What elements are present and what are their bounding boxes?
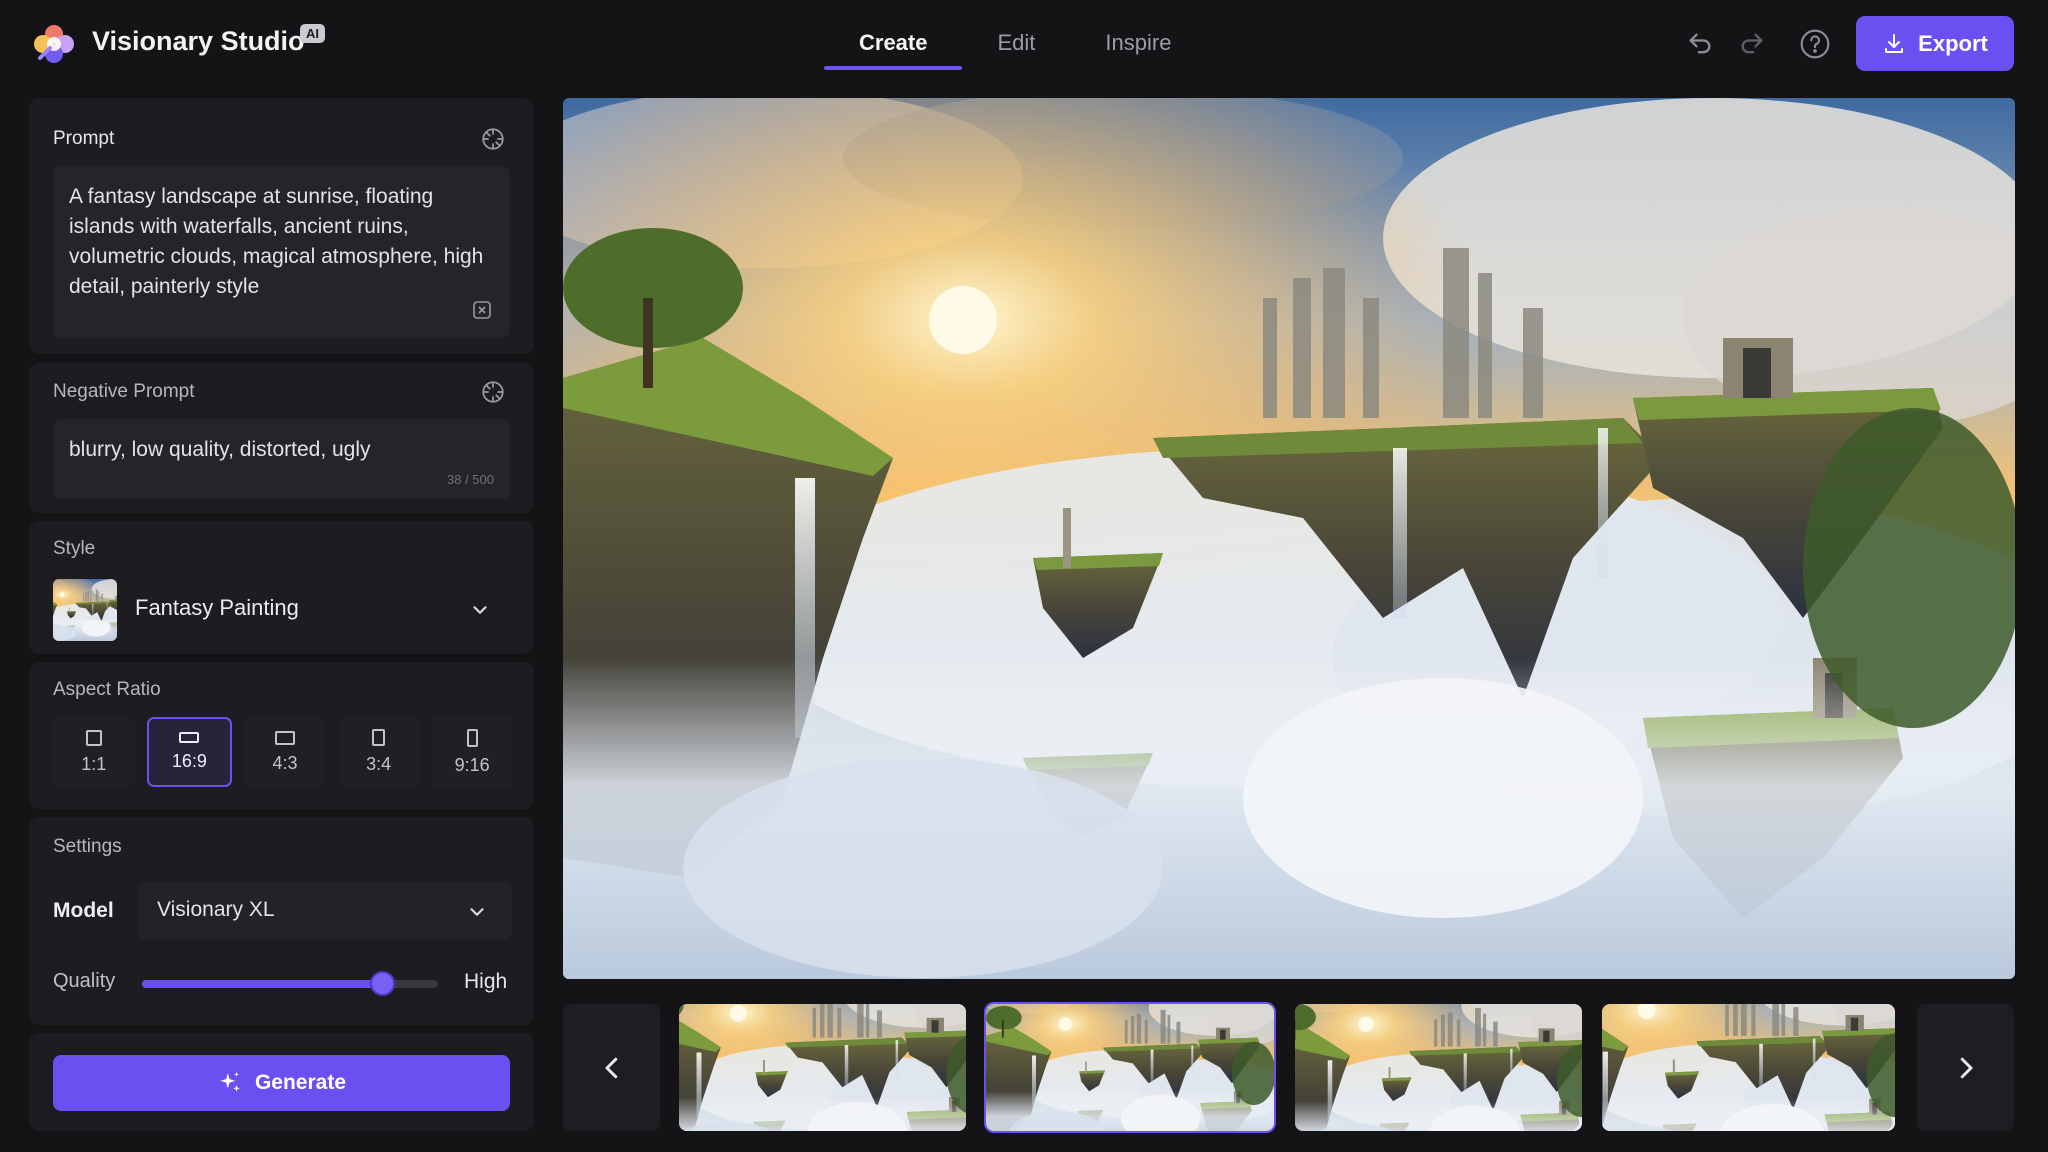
ratio-4-3[interactable]: 4:3 [244, 717, 326, 787]
gallery-thumbnail[interactable] [1295, 1004, 1582, 1131]
char-count: 38 / 500 [447, 472, 494, 487]
aspect-ratio-label: Aspect Ratio [53, 679, 161, 700]
gallery-prev-button[interactable] [563, 1004, 660, 1131]
export-label: Export [1918, 30, 1988, 56]
ratio-9-16[interactable]: 9:16 [431, 717, 513, 787]
quality-label: Quality [53, 970, 116, 992]
generate-label: Generate [254, 1071, 347, 1094]
ratio-label: 9:16 [454, 754, 490, 775]
portrait-icon [372, 729, 386, 746]
landscape-icon [179, 732, 200, 743]
gallery-thumbnail[interactable] [679, 1004, 966, 1131]
gallery-thumbnail[interactable] [1602, 1004, 1895, 1131]
redo-icon[interactable] [1732, 24, 1772, 64]
aspect-ratio-options: 1:1 16:9 4:3 3:4 9:16 [53, 717, 513, 789]
gallery-next-button[interactable] [1917, 1004, 2014, 1131]
generate-button[interactable]: Generate [53, 1055, 510, 1111]
ratio-label: 3:4 [366, 754, 392, 774]
generate-card: Generate [29, 1033, 534, 1131]
app-name: Visionary Studio [92, 26, 305, 56]
ratio-label: 4:3 [272, 752, 298, 773]
style-value[interactable]: Fantasy Painting [135, 595, 299, 621]
model-select[interactable]: Visionary XL [137, 882, 512, 940]
style-card: Style Fantasy Painting [29, 521, 534, 654]
prompt-enhance-icon[interactable] [480, 126, 506, 152]
negative-prompt-input[interactable]: blurry, low quality, distorted, ugly 38 … [53, 419, 510, 499]
main-tabs: Create Edit Inspire [824, 0, 1206, 72]
model-label: Model [53, 899, 114, 922]
ratio-label: 16:9 [171, 751, 207, 771]
chevron-left-icon [605, 1057, 617, 1078]
style-thumbnail [53, 579, 117, 641]
top-bar: Visionary Studio AI Create Edit Inspire … [0, 0, 2048, 88]
settings-label: Settings [53, 836, 122, 857]
negative-prompt-text: blurry, low quality, distorted, ugly [69, 438, 371, 461]
negative-prompt-label: Negative Prompt [53, 381, 195, 402]
ratio-3-4[interactable]: 3:4 [337, 717, 420, 787]
prompt-text: A fantasy landscape at sunrise, floating… [69, 185, 484, 298]
tab-create[interactable]: Create [824, 0, 963, 72]
quality-slider-fill [142, 980, 382, 988]
model-value: Visionary XL [157, 898, 275, 921]
chevron-right-icon [1960, 1057, 1972, 1078]
negative-prompt-card: Negative Prompt blurry, low quality, dis… [29, 363, 534, 513]
undo-icon[interactable] [1680, 24, 1720, 64]
style-label: Style [53, 538, 96, 559]
landscape-icon [274, 730, 295, 745]
quality-slider-handle[interactable] [372, 973, 393, 994]
tab-inspire[interactable]: Inspire [1070, 0, 1206, 72]
ratio-1-1[interactable]: 1:1 [53, 717, 135, 787]
portrait-icon [466, 728, 478, 747]
prompt-label: Prompt [53, 128, 115, 149]
negative-enhance-icon[interactable] [480, 379, 506, 405]
generated-image[interactable] [563, 98, 2015, 979]
ratio-label: 1:1 [81, 753, 107, 774]
ratio-16-9[interactable]: 16:9 [146, 717, 233, 787]
chevron-down-icon[interactable] [469, 599, 491, 621]
square-icon [85, 729, 102, 746]
chevron-down-icon [470, 908, 484, 916]
prompt-input[interactable]: A fantasy landscape at sunrise, floating… [53, 166, 510, 338]
ai-badge: AI [300, 24, 325, 43]
quality-slider[interactable] [142, 973, 438, 994]
quality-value: High [464, 970, 508, 993]
prompt-card: Prompt A fantasy landscape at sunrise, f… [29, 98, 534, 354]
gallery-thumbnail[interactable] [986, 1004, 1274, 1131]
sparkles-icon [220, 1072, 240, 1092]
app-logo-icon [34, 25, 74, 63]
download-icon [1885, 33, 1904, 53]
help-icon[interactable] [1795, 24, 1835, 64]
export-button[interactable]: Export [1856, 16, 2014, 71]
settings-card: Settings Model Visionary XL Quality High [29, 817, 534, 1025]
aspect-ratio-card: Aspect Ratio 1:1 16:9 4:3 3:4 9:16 [29, 662, 534, 809]
tab-edit[interactable]: Edit [962, 0, 1070, 72]
magic-wand-icon[interactable] [470, 298, 494, 322]
